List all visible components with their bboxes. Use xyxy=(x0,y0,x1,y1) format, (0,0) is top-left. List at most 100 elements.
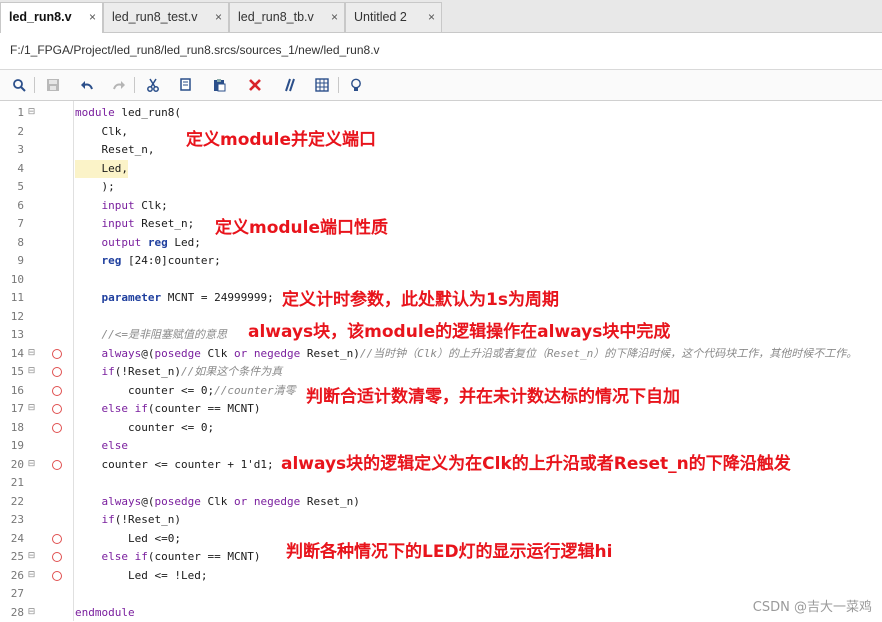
close-icon[interactable]: × xyxy=(428,3,435,31)
line-number: 26 xyxy=(10,568,24,582)
search-icon[interactable] xyxy=(8,74,30,96)
breakpoint-marker-icon[interactable] xyxy=(52,533,62,544)
breakpoint-marker-icon[interactable] xyxy=(52,404,62,414)
breakpoint-marker-icon[interactable] xyxy=(52,348,62,359)
line-number: 6 xyxy=(17,198,24,212)
breakpoint-marker-icon[interactable] xyxy=(52,570,62,581)
code-text: //<=是非阻塞赋值的意思 xyxy=(101,328,228,341)
fold-toggle-icon[interactable]: ⊟ xyxy=(27,570,36,580)
code-text: parameter MCNT = 24999999; xyxy=(101,291,274,304)
tab-led-run8-tb-v[interactable]: led_run8_tb.v × xyxy=(229,2,345,32)
line-number: 15 xyxy=(10,365,24,378)
code-line[interactable]: 5 ); xyxy=(0,178,882,196)
line-number: 8 xyxy=(17,235,24,249)
annotation-led-logic: 判断各种情况下的LED灯的显示运行逻辑hi xyxy=(286,542,613,562)
code-line[interactable]: 15 ⊟ if(!Reset_n)//如果这个条件为真 xyxy=(0,363,882,381)
cut-icon[interactable] xyxy=(142,74,164,96)
save-icon[interactable] xyxy=(42,74,64,96)
code-line[interactable]: 28 ⊟ endmodule xyxy=(0,604,882,622)
code-line[interactable]: 14 ⊟ always@(posedge Clk or negedge Reset… xyxy=(0,345,882,363)
line-number: 10 xyxy=(10,272,24,286)
breakpoint-marker-icon[interactable] xyxy=(52,385,62,396)
line-number: 4 xyxy=(17,161,24,175)
close-icon[interactable]: × xyxy=(215,3,222,31)
fold-toggle-icon[interactable]: ⊟ xyxy=(27,348,36,358)
code-line[interactable]: 27 xyxy=(0,585,882,603)
line-number: 23 xyxy=(10,513,24,526)
line-number: 19 xyxy=(10,439,24,452)
fold-toggle-icon[interactable]: ⊟ xyxy=(27,404,36,413)
code-text: output reg Led; xyxy=(101,235,201,249)
breakpoint-marker-icon[interactable] xyxy=(52,422,62,433)
line-number: 1 xyxy=(17,106,24,119)
line-number: 20 xyxy=(10,457,24,471)
code-text: Led <= !Led; xyxy=(75,568,208,582)
code-line[interactable]: 3 Reset_n, xyxy=(0,141,882,159)
code-text: reg [24:0]counter; xyxy=(101,254,221,267)
code-text: counter <= counter + 1'd1; xyxy=(75,457,274,471)
line-number: 14 xyxy=(10,346,24,360)
code-text: else if(counter == MCNT) xyxy=(101,550,261,563)
code-text: always@(posedge Clk or negedge Reset_n) xyxy=(101,494,360,508)
lightbulb-icon[interactable] xyxy=(345,74,367,96)
code-text: Clk, xyxy=(75,124,128,138)
code-line[interactable]: 1 ⊟ module led_run8( xyxy=(0,104,882,122)
code-text: ); xyxy=(75,180,115,193)
copy-icon[interactable] xyxy=(175,74,197,96)
tab-led-run8-test-v[interactable]: led_run8_test.v × xyxy=(103,2,229,32)
line-number: 9 xyxy=(17,254,24,267)
tab-untitled-2[interactable]: Untitled 2 × xyxy=(345,2,442,32)
line-number: 5 xyxy=(17,180,24,193)
fold-toggle-icon[interactable]: ⊟ xyxy=(27,459,36,469)
fold-toggle-icon[interactable]: ⊟ xyxy=(27,607,36,617)
breakpoint-marker-icon[interactable] xyxy=(52,459,62,470)
code-text: always@(posedge Clk or negedge Reset_n)/… xyxy=(101,346,858,360)
fold-toggle-icon[interactable]: ⊟ xyxy=(27,367,36,376)
code-line[interactable]: 26 ⊟ Led <= !Led; xyxy=(0,567,882,585)
annotation-always-block: always块，该module的逻辑操作在always块中完成 xyxy=(248,322,671,342)
tab-led-run8-v[interactable]: led_run8.v × xyxy=(0,2,103,33)
line-number: 11 xyxy=(10,291,24,304)
line-number: 12 xyxy=(10,309,24,323)
line-number: 25 xyxy=(10,550,24,563)
line-number: 17 xyxy=(10,402,24,415)
code-text: counter <= 0;//counter清零 xyxy=(75,383,296,397)
delete-icon[interactable] xyxy=(244,74,266,96)
line-number: 3 xyxy=(17,143,24,156)
code-text: endmodule xyxy=(75,605,135,619)
file-path-bar: F:/1_FPGA/Project/led_run8/led_run8.srcs… xyxy=(0,33,882,70)
annotation-module-ports: 定义module并定义端口 xyxy=(186,130,377,150)
fold-toggle-icon[interactable]: ⊟ xyxy=(27,108,36,117)
breakpoint-marker-icon[interactable] xyxy=(52,552,62,562)
breakpoint-marker-icon[interactable] xyxy=(52,367,62,377)
line-number: 24 xyxy=(10,531,24,545)
code-line[interactable]: 18 counter <= 0; xyxy=(0,419,882,437)
code-line[interactable]: 9 reg [24:0]counter; xyxy=(0,252,882,270)
code-line[interactable]: 7 input Reset_n; xyxy=(0,215,882,233)
annotation-counter-logic: 判断合适计数清零，并在未计数达标的情况下自加 xyxy=(306,387,680,407)
column-select-icon[interactable] xyxy=(311,74,333,96)
undo-icon[interactable] xyxy=(76,74,98,96)
line-number: 27 xyxy=(10,587,24,600)
line-number: 13 xyxy=(10,328,24,341)
editor-toolbar xyxy=(0,70,882,101)
code-line[interactable]: 2 Clk, xyxy=(0,123,882,141)
csdn-watermark: CSDN @吉大一菜鸡 xyxy=(752,600,872,615)
close-icon[interactable]: × xyxy=(89,3,96,31)
code-line[interactable]: 21 xyxy=(0,474,882,492)
line-number: 21 xyxy=(10,476,24,489)
code-line[interactable]: 6 input Clk; xyxy=(0,197,882,215)
code-text: if(!Reset_n)//如果这个条件为真 xyxy=(101,365,283,378)
redo-icon[interactable] xyxy=(108,74,130,96)
code-line[interactable]: 23 if(!Reset_n) xyxy=(0,511,882,529)
tab-label: Untitled 2 xyxy=(354,10,407,24)
fold-toggle-icon[interactable]: ⊟ xyxy=(27,552,36,561)
tab-label: led_run8_tb.v xyxy=(238,10,314,24)
comment-toggle-icon[interactable] xyxy=(278,74,300,96)
code-line[interactable]: 4 Led, xyxy=(0,159,882,178)
paste-icon[interactable] xyxy=(208,74,230,96)
code-line[interactable]: 22 always@(posedge Clk or negedge Reset_… xyxy=(0,493,882,511)
close-icon[interactable]: × xyxy=(331,3,338,31)
code-text: else xyxy=(101,439,129,452)
code-line[interactable]: 8 output reg Led; xyxy=(0,234,882,252)
